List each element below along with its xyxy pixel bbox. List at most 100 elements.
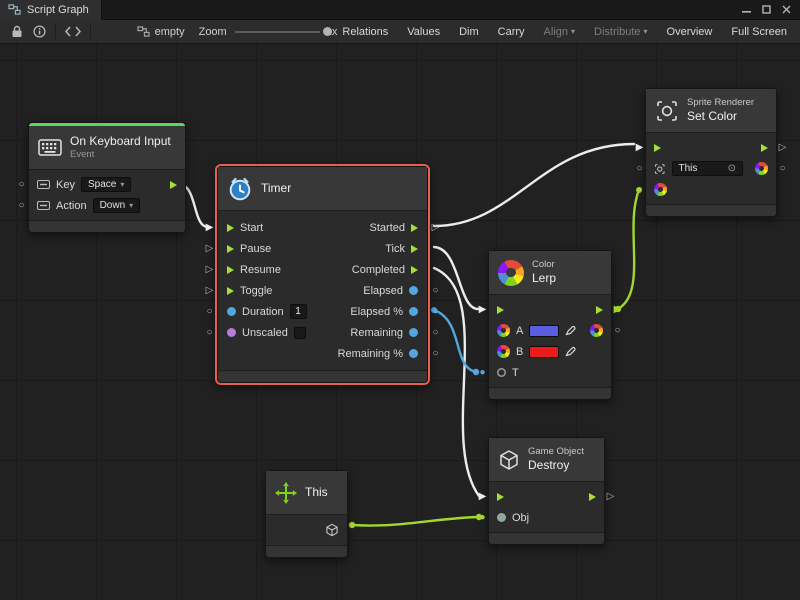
- zoom-slider[interactable]: [235, 26, 320, 38]
- window-tab-bar: Script Graph: [0, 0, 800, 20]
- setcolor-flow-out-port[interactable]: [761, 144, 768, 152]
- minimize-button[interactable]: [738, 3, 754, 17]
- node-color-lerp[interactable]: Color Lerp A B T ▶ ● ▶ ○: [488, 250, 612, 400]
- destroy-obj-port[interactable]: [497, 513, 506, 522]
- setcolor-flow-in-ext-port[interactable]: ▶: [633, 142, 646, 154]
- fullscreen-button[interactable]: Full Screen: [726, 24, 792, 40]
- timer-duration-ext-port[interactable]: ○: [203, 306, 216, 318]
- keyboard-flow-out-port[interactable]: [170, 181, 177, 189]
- eyedropper-icon[interactable]: [565, 346, 576, 357]
- timer-remaining-ext-port[interactable]: ○: [429, 327, 442, 339]
- timer-started-ext-port[interactable]: ▷: [429, 222, 442, 234]
- lerp-flow-in-ext-port[interactable]: ▶: [476, 304, 489, 316]
- timer-toggle-ext-port[interactable]: ▷: [203, 285, 216, 297]
- color-port-icon[interactable]: [497, 324, 510, 337]
- key-dropdown[interactable]: Space▾: [81, 177, 131, 192]
- lerp-flow-out-port[interactable]: [596, 306, 603, 314]
- timer-unscaled-ext-port[interactable]: ○: [203, 327, 216, 339]
- node-destroy[interactable]: Game Object Destroy Obj ▶ ● ▷: [488, 437, 605, 545]
- destroy-flow-out-ext-port[interactable]: ▷: [604, 491, 617, 503]
- destroy-flow-out-port[interactable]: [589, 493, 596, 501]
- zoom-label: Zoom: [199, 26, 227, 38]
- timer-elapsedpct-ext-port[interactable]: ●: [429, 306, 442, 318]
- eyedropper-icon[interactable]: [565, 325, 576, 336]
- unscaled-checkbox[interactable]: [294, 327, 306, 339]
- setcolor-flow-in-port[interactable]: [654, 144, 661, 152]
- chevron-down-icon: ▾: [571, 28, 575, 36]
- lerp-t-port[interactable]: [497, 368, 506, 377]
- timer-tick-port[interactable]: [411, 245, 418, 253]
- setcolor-flow-out-ext-port[interactable]: ▷: [776, 142, 789, 154]
- node-timer[interactable]: Timer Start Started Pause Tick Resume Co…: [217, 166, 428, 383]
- lerp-result-ext-port[interactable]: ○: [611, 325, 624, 337]
- timer-remainingpct-ext-port[interactable]: ○: [429, 348, 442, 360]
- action-dropdown[interactable]: Down▾: [93, 198, 141, 213]
- timer-started-port[interactable]: [411, 224, 418, 232]
- overview-button[interactable]: Overview: [662, 24, 718, 40]
- graph-name[interactable]: empty: [137, 26, 185, 38]
- toolbar-separator: [90, 24, 91, 39]
- lerp-t-ext-port[interactable]: ●: [476, 367, 489, 379]
- color-a-swatch[interactable]: [529, 325, 559, 337]
- timer-unscaled-port[interactable]: [227, 328, 236, 337]
- port-row: [266, 519, 347, 541]
- script-graph-icon: [8, 4, 21, 15]
- lerp-result-port-icon[interactable]: [590, 324, 603, 337]
- timer-elapsedpct-port[interactable]: [409, 307, 418, 316]
- timer-duration-port[interactable]: [227, 307, 236, 316]
- target-dropdown[interactable]: This⊙: [672, 161, 744, 176]
- lerp-flow-in-port[interactable]: [497, 306, 504, 314]
- color-b-swatch[interactable]: [529, 346, 559, 358]
- values-button[interactable]: Values: [402, 24, 445, 40]
- gameobject-port-icon[interactable]: [325, 523, 339, 537]
- relations-button[interactable]: Relations: [337, 24, 393, 40]
- distribute-button[interactable]: Distribute▾: [589, 24, 652, 40]
- code-preview-button[interactable]: [60, 24, 86, 39]
- node-set-color[interactable]: Sprite Renderer Set Color This⊙ ▶ ○ ● ▷ …: [645, 88, 777, 217]
- chevron-down-icon: ▾: [644, 28, 648, 36]
- close-button[interactable]: [778, 3, 794, 17]
- duration-input[interactable]: [290, 304, 307, 319]
- destroy-flow-in-port[interactable]: [497, 493, 504, 501]
- align-button[interactable]: Align▾: [539, 24, 580, 40]
- dim-button[interactable]: Dim: [454, 24, 484, 40]
- timer-remainingpct-port[interactable]: [409, 349, 418, 358]
- lerp-flow-out-ext-port[interactable]: ▶: [611, 304, 624, 316]
- destroy-obj-ext-port[interactable]: ●: [476, 512, 489, 524]
- timer-elapsed-port[interactable]: [409, 286, 418, 295]
- action-ext-port[interactable]: ○: [15, 200, 28, 212]
- node-title: Timer: [261, 181, 291, 196]
- this-out-ext-port[interactable]: ●: [346, 520, 359, 532]
- tab-script-graph[interactable]: Script Graph: [0, 0, 102, 20]
- timer-toggle-port[interactable]: [227, 287, 234, 295]
- lock-button[interactable]: [6, 23, 28, 40]
- timer-completed-port[interactable]: [411, 266, 418, 274]
- timer-pause-port[interactable]: [227, 245, 234, 253]
- port-row: Unscaled Remaining: [218, 322, 427, 343]
- setcolor-color-port-icon[interactable]: [654, 183, 667, 196]
- setcolor-target-ext-port[interactable]: ○: [633, 163, 646, 175]
- node-this[interactable]: This ●: [265, 470, 348, 558]
- info-button[interactable]: [28, 23, 51, 40]
- carry-button[interactable]: Carry: [493, 24, 530, 40]
- color-port-icon[interactable]: [497, 345, 510, 358]
- timer-remaining-port[interactable]: [409, 328, 418, 337]
- node-on-keyboard-input[interactable]: On Keyboard Input Event Key Space▾ Actio…: [28, 122, 186, 233]
- setcolor-renderer-out-icon[interactable]: [755, 162, 768, 175]
- toolbar-separator: [55, 24, 56, 39]
- setcolor-result-ext-port[interactable]: ○: [776, 163, 789, 175]
- timer-start-ext-port[interactable]: ▶: [203, 222, 216, 234]
- zoom-handle[interactable]: [323, 27, 332, 36]
- destroy-flow-in-ext-port[interactable]: ▶: [476, 491, 489, 503]
- maximize-button[interactable]: [758, 3, 774, 17]
- sprite-renderer-port-icon[interactable]: [654, 163, 666, 175]
- timer-resume-ext-port[interactable]: ▷: [203, 264, 216, 276]
- setcolor-color-ext-port[interactable]: ●: [633, 184, 646, 196]
- timer-elapsed-ext-port[interactable]: ○: [429, 285, 442, 297]
- timer-pause-ext-port[interactable]: ▷: [203, 243, 216, 255]
- timer-resume-port[interactable]: [227, 266, 234, 274]
- port-label: Elapsed: [363, 285, 403, 297]
- timer-start-port[interactable]: [227, 224, 234, 232]
- port-label: Remaining: [350, 327, 403, 339]
- key-ext-port[interactable]: ○: [15, 179, 28, 191]
